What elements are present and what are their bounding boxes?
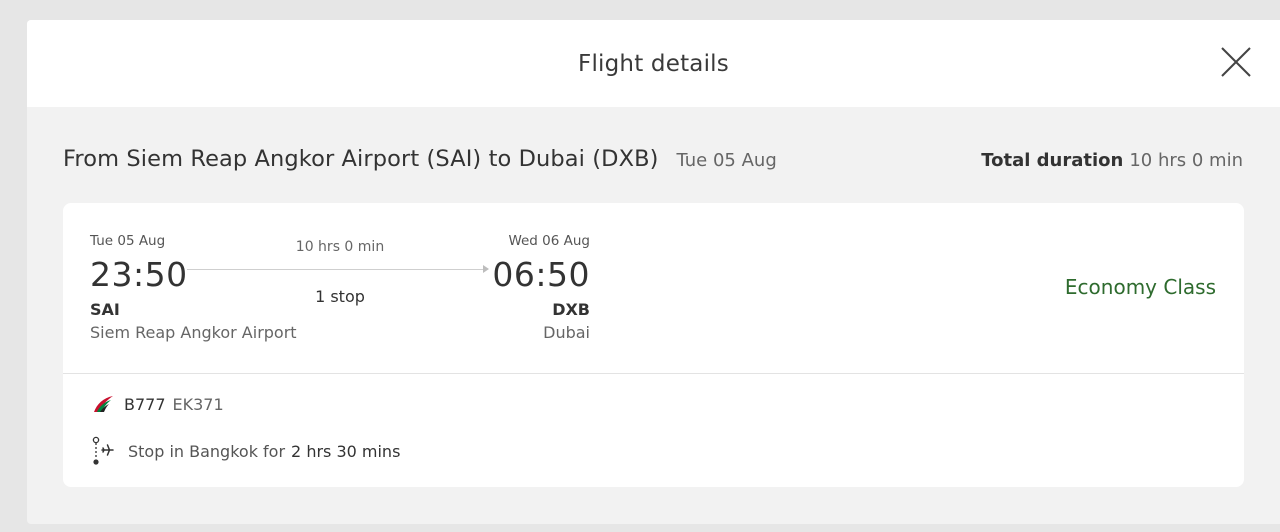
route-summary: From Siem Reap Angkor Airport (SAI) to D… bbox=[63, 146, 1243, 172]
close-icon bbox=[1221, 47, 1251, 77]
segment-stops: 1 stop bbox=[315, 287, 365, 306]
flight-details-modal: Flight details From Siem Reap Angkor Air… bbox=[27, 20, 1280, 524]
stopover-duration: 2 hrs 30 mins bbox=[291, 441, 401, 461]
stopover-row: Stop in Bangkok for 2 hrs 30 mins bbox=[91, 436, 400, 466]
flight-number: EK371 bbox=[172, 394, 224, 414]
departure-airport: Siem Reap Angkor Airport bbox=[90, 323, 297, 342]
segment-info: B777 EK371 Stop in Bangkok for 2 hrs 30 … bbox=[63, 374, 1244, 486]
aircraft-type: B777 bbox=[124, 394, 166, 414]
modal-title: Flight details bbox=[578, 50, 729, 77]
total-duration-label: Total duration bbox=[981, 150, 1124, 171]
segment-duration: 10 hrs 0 min bbox=[295, 239, 385, 255]
close-button[interactable] bbox=[1216, 42, 1256, 82]
arrival-time: 06:50 bbox=[492, 255, 590, 294]
route-title: From Siem Reap Angkor Airport (SAI) to D… bbox=[63, 146, 659, 172]
stopover-icon bbox=[92, 436, 114, 465]
segment-line bbox=[187, 269, 487, 270]
stopover-text: Stop in Bangkok for bbox=[128, 441, 286, 461]
total-duration: Total duration 10 hrs 0 min bbox=[981, 150, 1243, 171]
flight-segment-card: Tue 05 Aug 23:50 SAI Siem Reap Angkor Ai… bbox=[63, 203, 1244, 487]
segment-connector: 10 hrs 0 min 1 stop bbox=[187, 239, 489, 319]
route-date: Tue 05 Aug bbox=[676, 150, 777, 171]
arrival-block: Wed 06 Aug 06:50 DXB Dubai bbox=[463, 233, 590, 342]
modal-header: Flight details bbox=[27, 20, 1280, 107]
arrival-date: Wed 06 Aug bbox=[508, 233, 590, 249]
arrival-code: DXB bbox=[552, 300, 590, 319]
airline-logo-icon bbox=[94, 396, 113, 412]
total-duration-value: 10 hrs 0 min bbox=[1129, 150, 1243, 171]
aircraft-row: B777 EK371 bbox=[91, 394, 224, 414]
segment-timeline: Tue 05 Aug 23:50 SAI Siem Reap Angkor Ai… bbox=[63, 203, 1244, 374]
cabin-class: Economy Class bbox=[1064, 275, 1216, 299]
arrival-city: Dubai bbox=[543, 323, 590, 342]
